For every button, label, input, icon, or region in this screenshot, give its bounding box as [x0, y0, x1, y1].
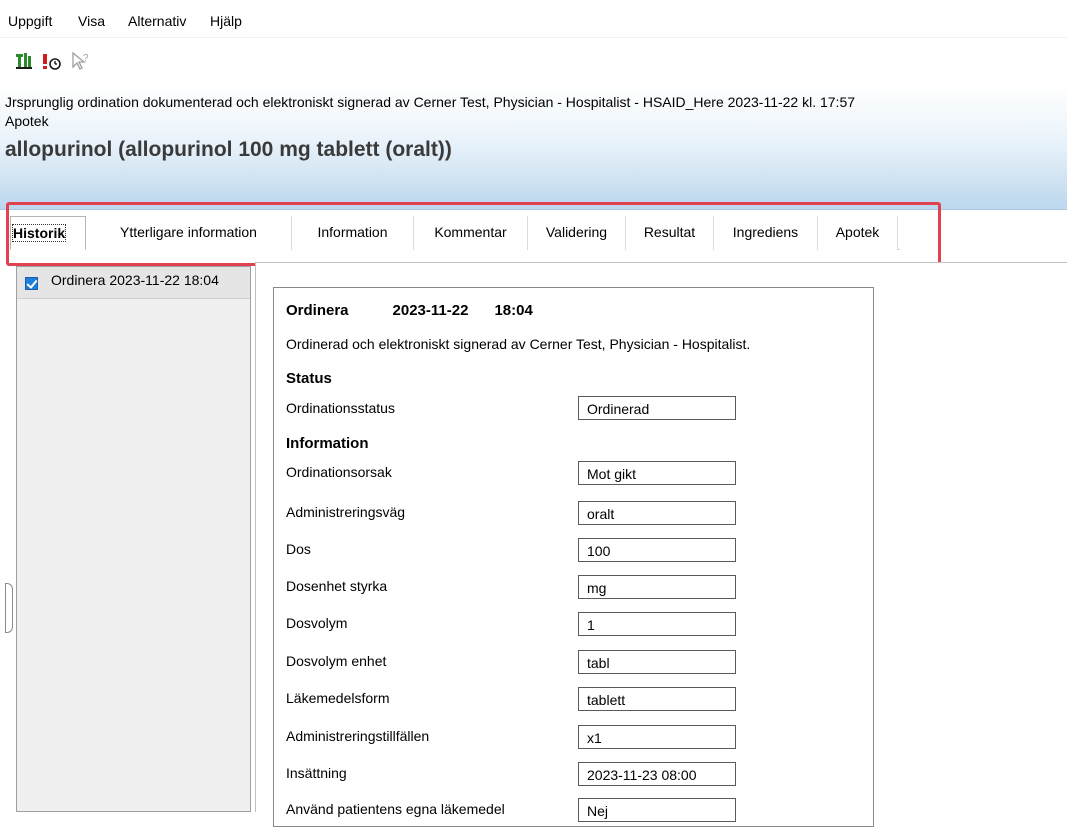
field-value: 100: [578, 538, 736, 562]
tab-strip: Historik Ytterligare information Informa…: [10, 216, 900, 250]
field-value: mg: [578, 575, 736, 599]
action-date: 2023-11-22: [392, 302, 469, 319]
field-value: x1: [578, 725, 736, 749]
field-value: tablett: [578, 687, 736, 711]
svg-text:?: ?: [83, 53, 89, 64]
sign-order-icon[interactable]: [14, 51, 36, 73]
status-heading: Status: [286, 370, 332, 387]
field-label: Administreringsväg: [286, 504, 406, 520]
order-header: Jrsprunglig ordination dokumenterad och …: [0, 84, 1067, 210]
tab-resultat[interactable]: Resultat: [626, 216, 714, 250]
history-detail-card: Ordinera 2023-11-22 18:04 Ordinerad och el…: [273, 287, 874, 827]
field-value: 2023-11-23 08:00: [578, 762, 736, 786]
splitter-handle[interactable]: [5, 583, 13, 633]
field-label: Dosvolym: [286, 615, 348, 631]
list-item[interactable]: Ordinera 2023-11-22 18:04: [17, 267, 250, 299]
history-item-label: Ordinera 2023-11-22 18:04: [51, 272, 219, 288]
tab-apotek[interactable]: Apotek: [818, 216, 898, 250]
field-label: Administreringstillfällen: [286, 728, 430, 744]
medication-title: allopurinol (allopurinol 100 mg tablett …: [5, 138, 452, 161]
action-row: Ordinera 2023-11-22 18:04: [286, 302, 577, 319]
field-label: Dos: [286, 541, 311, 557]
menu-hjalp[interactable]: Hjälp: [210, 13, 242, 29]
field-value: Ordinerad: [578, 396, 736, 420]
field-label: Läkemedelsform: [286, 690, 390, 706]
field-label: Dosvolym enhet: [286, 653, 387, 669]
field-value: oralt: [578, 501, 736, 525]
menu-bar: Uppgift Visa Alternativ Hjälp: [0, 0, 1067, 38]
menu-visa[interactable]: Visa: [78, 13, 105, 29]
tab-kommentar[interactable]: Kommentar: [414, 216, 528, 250]
field-value: Nej: [578, 798, 736, 822]
signed-by-text: Ordinerad och elektroniskt signerad av C…: [286, 336, 751, 352]
field-label: Ordinationsstatus: [286, 400, 395, 416]
history-list: Ordinera 2023-11-22 18:04: [16, 266, 251, 812]
field-value: 1: [578, 612, 736, 636]
alert-clock-icon[interactable]: [40, 51, 62, 73]
field-value: Mot gikt: [578, 461, 736, 485]
field-label: Ordinationsorsak: [286, 464, 392, 480]
menu-uppgift[interactable]: Uppgift: [8, 13, 52, 29]
field-value: tabl: [578, 650, 736, 674]
tab-ytterligare-information[interactable]: Ytterligare information: [86, 216, 292, 250]
history-checkbox[interactable]: [25, 277, 38, 290]
menu-alternativ[interactable]: Alternativ: [128, 13, 186, 29]
tab-validering[interactable]: Validering: [528, 216, 626, 250]
field-label: Dosenhet styrka: [286, 578, 388, 594]
help-pointer-icon[interactable]: ?: [70, 51, 92, 73]
action-label: Ordinera: [286, 302, 349, 319]
action-time: 18:04: [494, 302, 533, 319]
tab-historik[interactable]: Historik: [10, 216, 86, 250]
order-source: Apotek: [5, 113, 49, 129]
information-heading: Information: [286, 435, 369, 452]
field-label: Använd patientens egna läkemedel: [286, 801, 505, 817]
field-label: Insättning: [286, 765, 347, 781]
tab-information[interactable]: Information: [292, 216, 414, 250]
toolbar: ?: [0, 38, 1067, 82]
original-order-note: Jrsprunglig ordination dokumenterad och …: [5, 94, 856, 110]
tab-ingrediens[interactable]: Ingrediens: [714, 216, 818, 250]
